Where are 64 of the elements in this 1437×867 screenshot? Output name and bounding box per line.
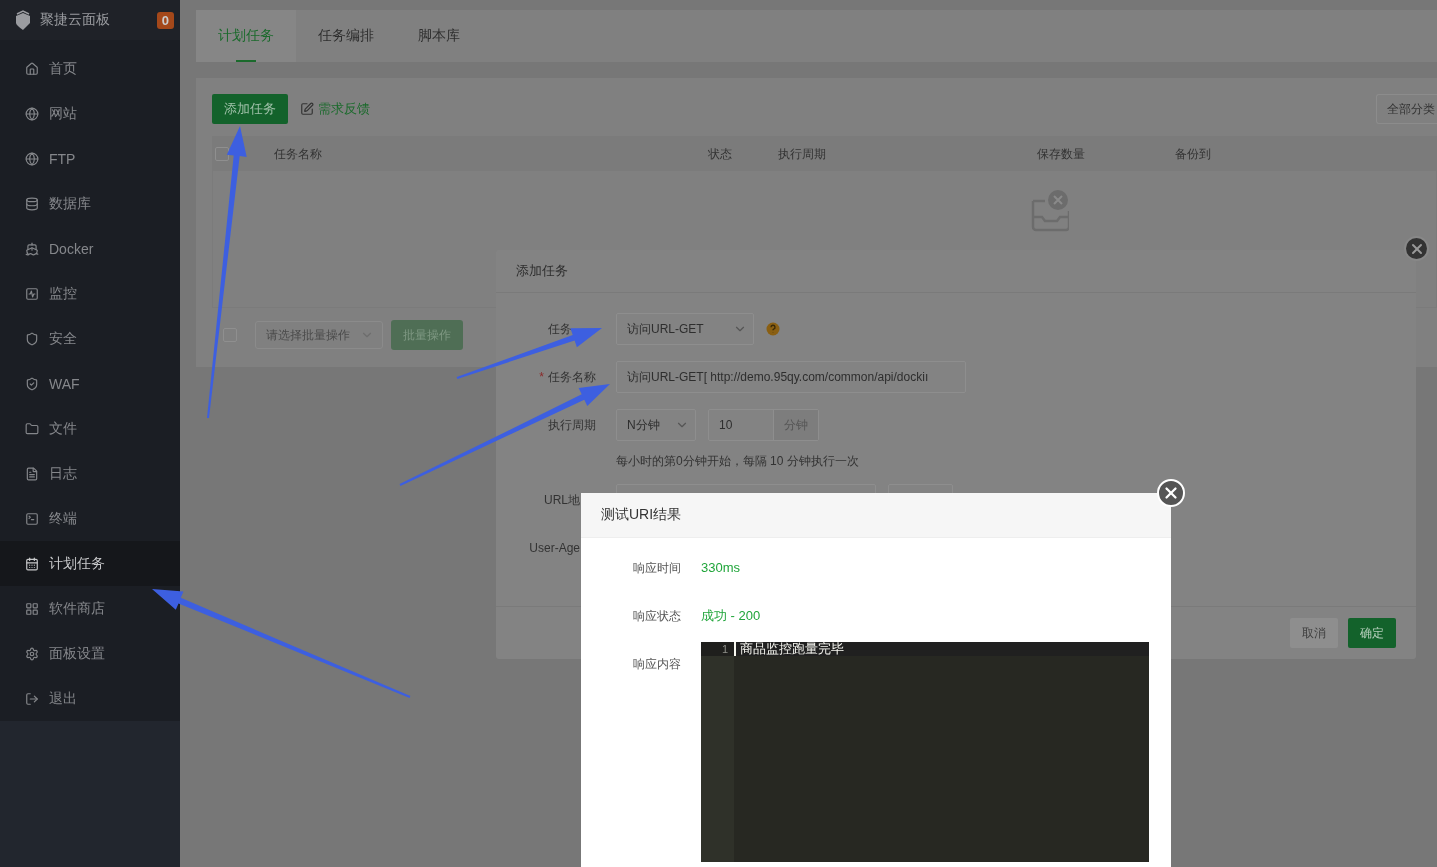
column-header: 执行周期: [778, 145, 827, 163]
tab[interactable]: 脚本库: [396, 10, 482, 62]
result-label: 响应状态: [632, 608, 681, 625]
ship-icon: [25, 241, 39, 256]
calendar-icon: [25, 556, 39, 571]
sidebar-item[interactable]: 首页: [0, 46, 180, 91]
shield-icon: [25, 331, 39, 346]
result-value: 成功 - 200: [701, 607, 762, 625]
field-label: 任务: [547, 320, 573, 338]
sidebar-item[interactable]: 面板设置: [0, 631, 180, 676]
terminal-icon: [25, 511, 39, 526]
sidebar-item[interactable]: WAF: [0, 361, 180, 406]
column-header: 备份到: [1175, 145, 1212, 163]
period-select[interactable]: N分钟: [616, 409, 696, 441]
required-mark: *: [539, 369, 544, 384]
sidebar-item[interactable]: 监控: [0, 271, 180, 316]
logo-icon: [14, 10, 32, 30]
sidebar-item[interactable]: 退出: [0, 676, 180, 721]
add-task-button[interactable]: 添加任务: [212, 94, 288, 124]
sidebar-item[interactable]: 计划任务: [0, 541, 180, 586]
code-editor[interactable]: 1 商品监控跑量完毕: [701, 642, 1149, 862]
sidebar-item[interactable]: 文件: [0, 406, 180, 451]
shield-icon: [25, 376, 39, 391]
period-hint: 每小时的第0分钟开始，每隔 10 分钟执行一次: [616, 453, 860, 470]
sidebar-item[interactable]: 终端: [0, 496, 180, 541]
dialog-title: 测试URI结果: [601, 506, 682, 524]
result-label: 响应时间: [632, 560, 681, 577]
sidebar-item[interactable]: 软件商店: [0, 586, 180, 631]
globe-icon: [25, 106, 39, 121]
field-label: 执行周期: [547, 416, 596, 434]
category-select[interactable]: 全部分类: [1376, 94, 1437, 124]
dialog-button[interactable]: 确定: [1348, 618, 1396, 648]
help-icon[interactable]: [766, 322, 780, 336]
sidebar-item[interactable]: 数据库: [0, 181, 180, 226]
task-name-field[interactable]: 访问URL-GET[ http://demo.95qy.com/common/api/dockiı: [616, 361, 966, 393]
field-label: URL地: [543, 491, 581, 509]
home-icon: [25, 61, 39, 76]
field-label: * 任务名称: [538, 368, 596, 386]
sidebar-item[interactable]: 日志: [0, 451, 180, 496]
line-number: 1: [701, 642, 734, 656]
column-header: 状态: [708, 145, 733, 163]
sidebar-item[interactable]: FTP: [0, 136, 180, 181]
chart-icon: [25, 286, 39, 301]
settings-icon: [25, 646, 39, 661]
column-header: 保存数量: [1037, 145, 1086, 163]
sidebar-item[interactable]: 安全: [0, 316, 180, 361]
edit-icon: [300, 102, 314, 116]
document-icon: [25, 466, 39, 481]
grid-icon: [25, 601, 39, 616]
task-type-select[interactable]: 访问URL-GET: [616, 313, 754, 345]
sidebar-item[interactable]: 网站: [0, 91, 180, 136]
notification-badge[interactable]: 0: [156, 11, 174, 29]
tab[interactable]: 任务编排: [296, 10, 396, 62]
database-icon: [25, 196, 39, 211]
folder-icon: [25, 421, 39, 436]
result-value: 330ms: [701, 559, 742, 577]
column-header: 任务名称: [274, 145, 323, 163]
logout-icon: [25, 691, 39, 706]
dialog-title: 添加任务: [516, 262, 568, 280]
panel-title: 聚捷云面板: [40, 11, 111, 29]
result-label: 响应内容: [632, 656, 681, 673]
field-label: User-Age: [528, 541, 581, 555]
sidebar-item[interactable]: Docker: [0, 226, 180, 271]
globe-icon: [25, 151, 39, 166]
